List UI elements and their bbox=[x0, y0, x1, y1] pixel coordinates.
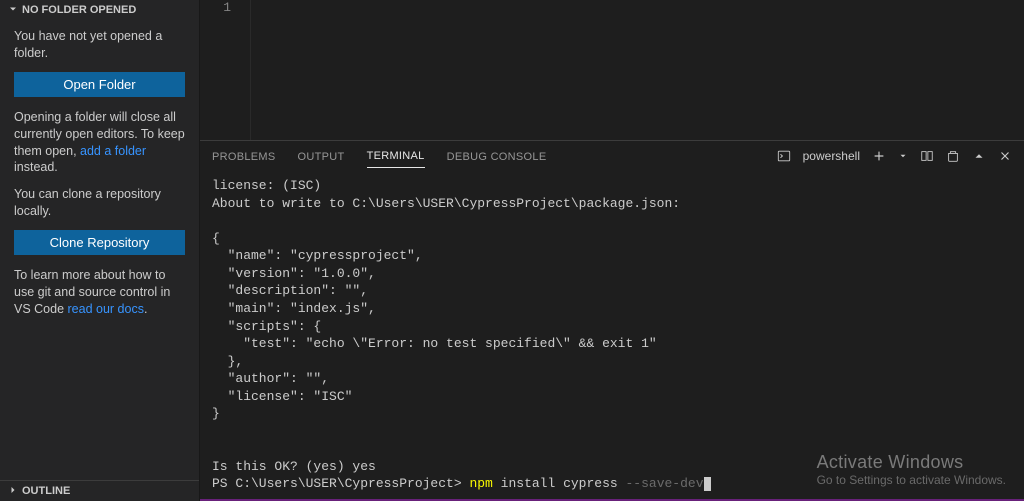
term-line: } bbox=[212, 406, 220, 421]
panel-actions: powershell bbox=[777, 149, 1012, 163]
open-folder-button[interactable]: Open Folder bbox=[14, 72, 185, 97]
term-prompt: PS C:\Users\USER\CypressProject> bbox=[212, 476, 469, 491]
term-line: "test": "echo \"Error: no test specified… bbox=[212, 336, 657, 351]
term-line: "version": "1.0.0", bbox=[212, 266, 376, 281]
term-cmd-rest: install cypress bbox=[493, 476, 626, 491]
sidebar-content: You have not yet opened a folder. Open F… bbox=[0, 20, 199, 480]
term-line: }, bbox=[212, 354, 243, 369]
read-docs-link[interactable]: read our docs bbox=[68, 302, 144, 316]
learn-info: To learn more about how to use git and s… bbox=[14, 267, 185, 318]
sidebar: NO FOLDER OPENED You have not yet opened… bbox=[0, 0, 200, 501]
clone-info: You can clone a repository locally. bbox=[14, 186, 185, 220]
add-folder-link[interactable]: add a folder bbox=[80, 144, 146, 158]
split-terminal-button[interactable] bbox=[920, 149, 934, 163]
clone-repository-button[interactable]: Clone Repository bbox=[14, 230, 185, 255]
editor-top: 1 bbox=[200, 0, 1024, 140]
terminal-icon bbox=[777, 149, 791, 163]
editor-body[interactable] bbox=[250, 0, 1024, 140]
tab-output[interactable]: OUTPUT bbox=[298, 145, 345, 168]
line-number-gutter: 1 bbox=[200, 0, 250, 140]
new-terminal-button[interactable] bbox=[872, 149, 886, 163]
opening-info-post: instead. bbox=[14, 160, 58, 174]
term-line: "license": "ISC" bbox=[212, 389, 352, 404]
bottom-panel: PROBLEMS OUTPUT TERMINAL DEBUG CONSOLE p… bbox=[200, 140, 1024, 499]
editor-area: 1 PROBLEMS OUTPUT TERMINAL DEBUG CONSOLE… bbox=[200, 0, 1024, 501]
no-folder-header-label: NO FOLDER OPENED bbox=[22, 4, 136, 16]
line-number: 1 bbox=[200, 0, 231, 15]
no-folder-message: You have not yet opened a folder. bbox=[14, 28, 185, 62]
term-line: Is this OK? (yes) yes bbox=[212, 459, 376, 474]
shell-label[interactable]: powershell bbox=[803, 149, 860, 163]
opening-info: Opening a folder will close all currentl… bbox=[14, 109, 185, 177]
term-line: "author": "", bbox=[212, 371, 329, 386]
term-line: { bbox=[212, 231, 220, 246]
term-cmd-npm: npm bbox=[469, 476, 492, 491]
tab-problems[interactable]: PROBLEMS bbox=[212, 145, 276, 168]
outline-header[interactable]: OUTLINE bbox=[0, 480, 199, 501]
chevron-down-icon bbox=[6, 3, 20, 15]
panel-tabs: PROBLEMS OUTPUT TERMINAL DEBUG CONSOLE p… bbox=[200, 141, 1024, 171]
learn-info-post: . bbox=[144, 302, 147, 316]
no-folder-header[interactable]: NO FOLDER OPENED bbox=[0, 0, 199, 20]
maximize-panel-button[interactable] bbox=[972, 149, 986, 163]
term-line: license: (ISC) bbox=[212, 178, 321, 193]
terminal-output[interactable]: license: (ISC) About to write to C:\User… bbox=[200, 171, 1024, 499]
term-line: About to write to C:\Users\USER\CypressP… bbox=[212, 196, 680, 211]
term-cmd-flag: --save-dev bbox=[625, 476, 703, 491]
term-line: "scripts": { bbox=[212, 319, 321, 334]
tab-terminal[interactable]: TERMINAL bbox=[367, 144, 425, 168]
tab-debug-console[interactable]: DEBUG CONSOLE bbox=[447, 145, 547, 168]
term-line: "main": "index.js", bbox=[212, 301, 376, 316]
close-panel-button[interactable] bbox=[998, 149, 1012, 163]
term-line: "description": "", bbox=[212, 283, 368, 298]
split-terminal-chevron[interactable] bbox=[898, 151, 908, 161]
outline-header-label: OUTLINE bbox=[22, 485, 70, 497]
chevron-right-icon bbox=[6, 484, 20, 496]
term-line: "name": "cypressproject", bbox=[212, 248, 423, 263]
terminal-cursor bbox=[704, 477, 711, 491]
kill-terminal-button[interactable] bbox=[946, 149, 960, 163]
